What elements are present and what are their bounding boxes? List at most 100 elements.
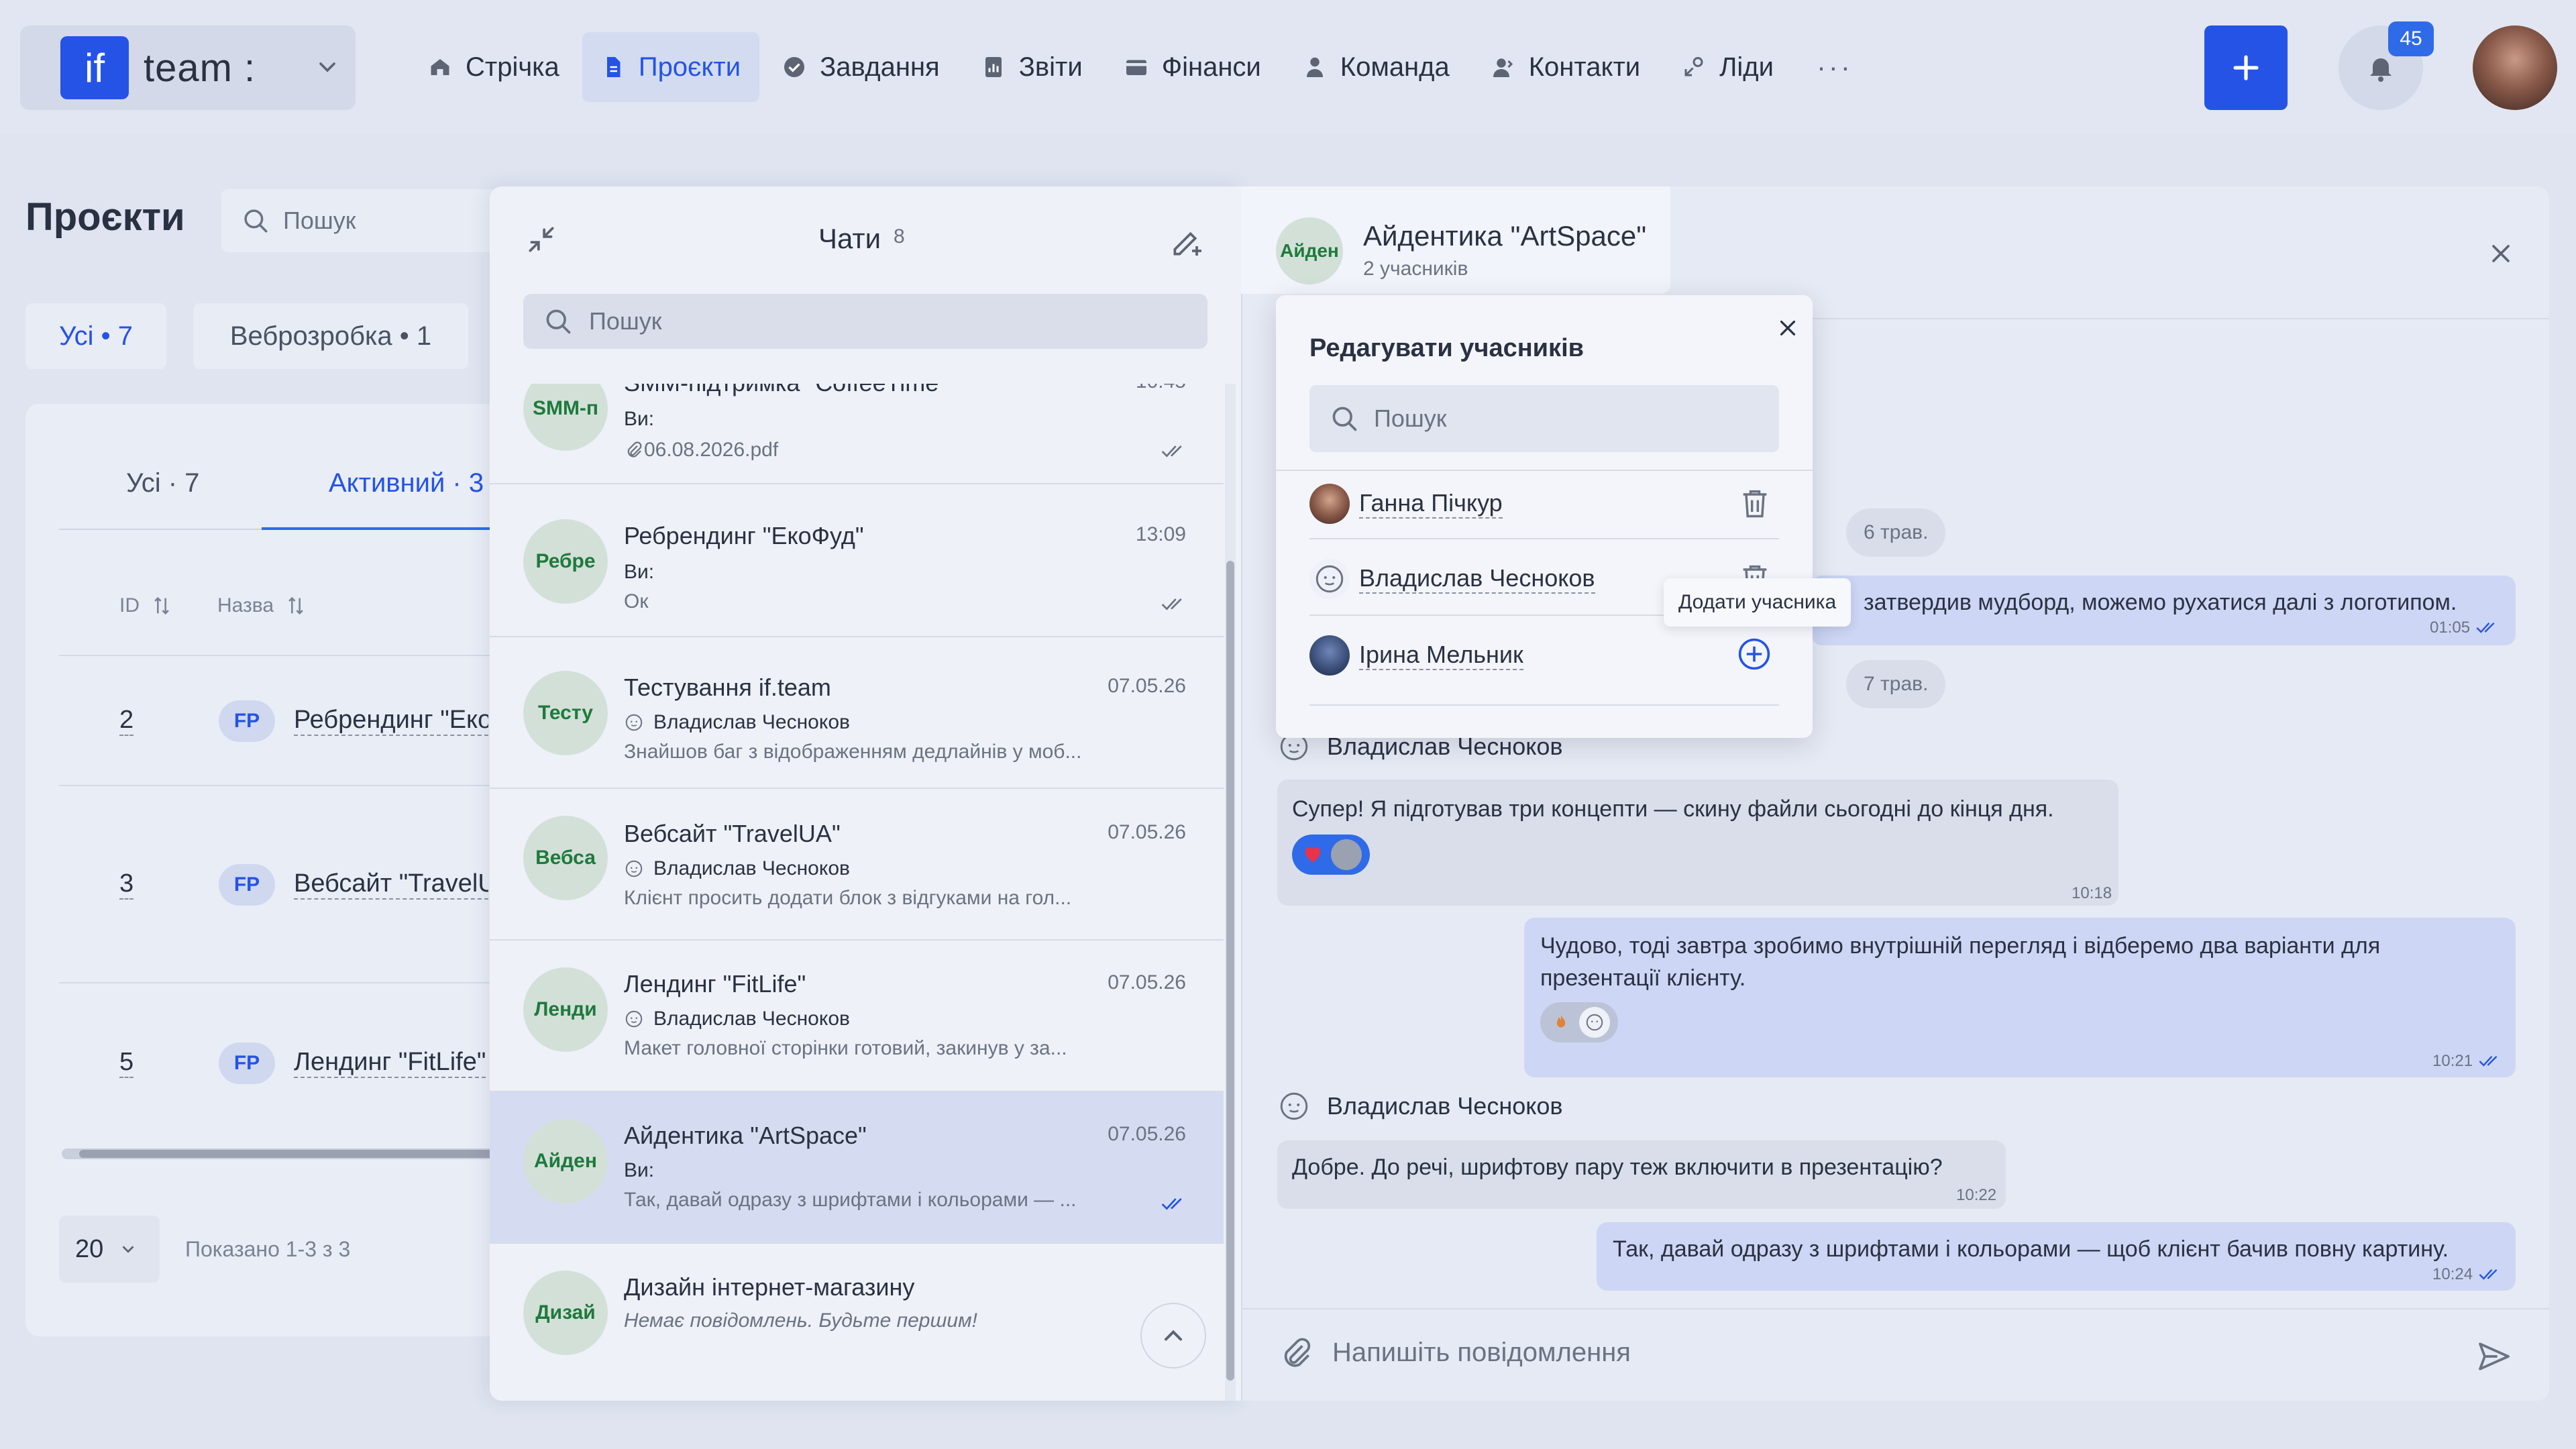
date-separator: 6 трав. [1846, 508, 1946, 557]
contacts-icon [1493, 58, 1513, 77]
double-check-icon [2479, 1269, 2498, 1280]
nav-item-leads[interactable]: Ліди [1663, 32, 1792, 102]
message-reactions[interactable] [1540, 1002, 1618, 1042]
add-button[interactable] [2204, 25, 2288, 110]
user-avatar-icon [625, 1010, 643, 1028]
composer-divider [1241, 1308, 2549, 1309]
member-name[interactable]: Ганна Пічкур [1359, 489, 1503, 519]
member-row: Ганна Пічкур [1309, 467, 1779, 541]
tab-active[interactable]: Активний · 3 [329, 468, 484, 498]
row-id[interactable]: 2 [119, 706, 134, 736]
project-badge: FP [219, 864, 275, 906]
person-icon [1306, 57, 1323, 77]
chat-item[interactable]: Тесту Тестування if.team 07.05.26 Владис… [490, 637, 1224, 789]
chat-item[interactable]: Ребре Ребрендинг "ЕкоФуд" 13:09 Ви: Ок [490, 486, 1224, 637]
nav-item-team[interactable]: Команда [1284, 32, 1468, 102]
scrollbar-thumb[interactable] [79, 1150, 522, 1158]
home-icon [431, 59, 449, 75]
chat-item-selected[interactable]: Айден Айдентика "ArtSpace" 07.05.26 Ви: … [490, 1092, 1224, 1244]
nav-item-contacts[interactable]: Контакти [1472, 32, 1659, 102]
chat-avatar: Дизай [523, 1271, 608, 1355]
members-search-input[interactable]: Пошук [1309, 385, 1779, 452]
chats-title: Чати [818, 223, 881, 254]
member-avatar [1309, 559, 1350, 599]
app-logo: if [60, 36, 129, 99]
chat-item[interactable]: SMM-п SMM-підтримка "CoffeeTime" 10:45 В… [490, 384, 1224, 484]
workspace-switcher[interactable]: if team : [20, 25, 356, 110]
filter-all[interactable]: Усі • 7 [25, 303, 166, 369]
column-header-name[interactable]: Назва [217, 594, 307, 617]
close-icon[interactable] [2486, 239, 2516, 268]
chat-list: SMM-п SMM-підтримка "CoffeeTime" 10:45 В… [490, 384, 1228, 1401]
project-name-link[interactable]: Лендинг "FitLife" [294, 1048, 486, 1078]
nav-item-label: Звіти [1018, 52, 1083, 82]
row-id[interactable]: 3 [119, 869, 134, 900]
paperclip-icon[interactable] [1277, 1335, 1315, 1373]
nav-item-finance[interactable]: Фінанси [1106, 32, 1280, 102]
chat-item[interactable]: Ленди Лендинг "FitLife" 07.05.26 Владисл… [490, 941, 1224, 1092]
check-circle-icon [784, 57, 805, 77]
project-name-link[interactable]: Вебсайт "TravelUA" [294, 869, 488, 900]
add-circle-icon[interactable] [1736, 636, 1772, 672]
member-avatar [1309, 484, 1350, 524]
message-time: 10:18 [2072, 884, 2112, 902]
message-outgoing: Чудово, тоді завтра зробимо внутрішній п… [1524, 918, 2516, 1077]
tab-all[interactable]: Усі · 7 [126, 468, 199, 498]
scroll-to-top-button[interactable] [1140, 1303, 1206, 1368]
add-member-tooltip: Додати учасника [1664, 578, 1851, 627]
search-placeholder: Пошук [283, 207, 356, 234]
plus-icon [2233, 55, 2259, 80]
participants-count[interactable]: 2 учасників [1363, 258, 1468, 280]
notifications-badge: 45 [2388, 21, 2434, 56]
chat-preview: Ок [624, 590, 649, 612]
nav-item-tasks[interactable]: Завдання [763, 32, 959, 102]
double-check-icon [1161, 598, 1182, 610]
nav-item-label: Проєкти [638, 52, 741, 82]
message-incoming: Супер! Я підготував три концепти — скину… [1277, 780, 2118, 906]
bell-icon [2370, 58, 2392, 82]
new-chat-icon[interactable] [1169, 223, 1206, 260]
close-icon[interactable] [1775, 315, 1801, 341]
nav-more-button[interactable]: ··· [1796, 51, 1873, 83]
row-id[interactable]: 5 [119, 1048, 134, 1078]
filter-web-development[interactable]: Веброзробка • 1 [193, 303, 468, 369]
search-icon [546, 309, 571, 334]
nav-item-label: Команда [1340, 52, 1450, 82]
trash-icon[interactable] [1737, 484, 1772, 522]
reactor-avatar [1579, 1007, 1610, 1038]
project-badge: FP [219, 700, 275, 742]
nav-item-reports[interactable]: Звіти [963, 32, 1102, 102]
send-icon[interactable] [2475, 1338, 2513, 1375]
message-time: 01:05 [2430, 619, 2500, 637]
leads-icon [1684, 57, 1703, 76]
chat-name: Дизайн інтернет-магазину [624, 1273, 915, 1301]
nav-item-projects[interactable]: Проєкти [582, 32, 760, 102]
user-avatar[interactable] [2473, 25, 2557, 110]
member-name[interactable]: Владислав Чесноков [1359, 564, 1595, 594]
collapse-icon[interactable] [525, 223, 558, 256]
message-time: 10:21 [2432, 1052, 2502, 1071]
nav-item-label: Завдання [820, 52, 940, 82]
nav-item-feed[interactable]: Стрічка [409, 32, 578, 102]
column-header-id[interactable]: ID [119, 594, 173, 617]
table-divider [59, 655, 522, 656]
message-input[interactable]: Напишіть повідомлення [1332, 1338, 1631, 1368]
project-name-link[interactable]: Ребрендинг "ЕкоФуд" [294, 706, 488, 736]
chat-preview: 06.08.2026.pdf [624, 439, 778, 462]
chevron-down-icon [122, 1246, 134, 1253]
per-page-select[interactable]: 20 [59, 1216, 160, 1283]
sort-icon [154, 596, 169, 615]
chat-preview: Клієнт просить додати блок з відгуками н… [624, 887, 1072, 909]
chat-item[interactable]: Дизай Дизайн інтернет-магазину Немає пов… [490, 1244, 1224, 1395]
chat-sender: Ви: [624, 408, 655, 430]
message-reactions[interactable] [1292, 835, 1370, 875]
message-outgoing: затвердив мудборд, можемо рухатися далі … [1811, 576, 2516, 645]
chat-item[interactable]: Вебса Вебсайт "TravelUA" 07.05.26 Владис… [490, 789, 1224, 941]
member-name[interactable]: Ірина Мельник [1359, 641, 1523, 670]
chat-avatar: Ребре [523, 519, 608, 604]
projects-search-input[interactable]: Пошук [221, 189, 503, 252]
scrollbar-thumb[interactable] [1226, 561, 1234, 1381]
search-placeholder: Пошук [589, 307, 662, 335]
chat-name: Тестування if.team [624, 674, 831, 701]
chats-search-input[interactable]: Пошук [523, 294, 1208, 349]
